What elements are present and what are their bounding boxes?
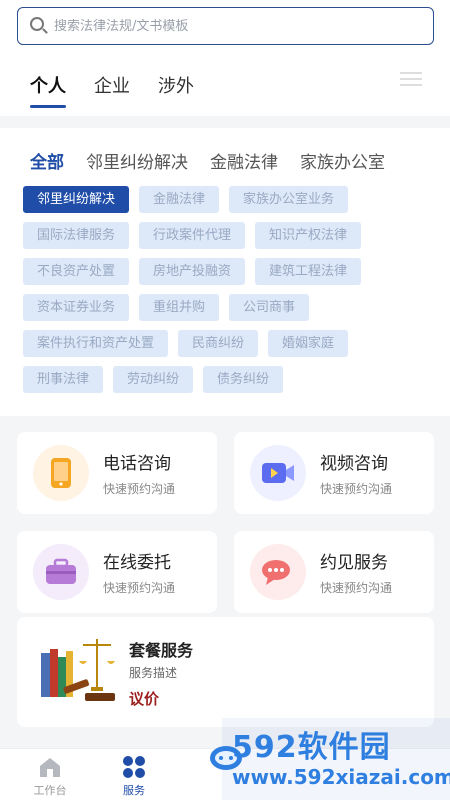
video-consult-card[interactable]: 视频咨询快速预约沟通 xyxy=(234,432,434,514)
chip[interactable]: 家族办公室业务 xyxy=(229,186,349,213)
card-subtitle: 快速预约沟通 xyxy=(320,482,393,496)
search-bar[interactable] xyxy=(17,7,434,45)
nav-label: 工作台 xyxy=(33,784,67,797)
tab-foreign[interactable]: 涉外 xyxy=(158,72,194,98)
chip[interactable]: 婚姻家庭 xyxy=(268,330,349,357)
main-tabs: 个人 企业 涉外 xyxy=(30,72,194,108)
category-tabs: 全部 邻里纠纷解决 金融法律 家族办公室 xyxy=(30,148,385,173)
watermark-brand: 592软件园 xyxy=(232,730,391,765)
chip[interactable]: 公司商事 xyxy=(229,294,310,321)
menu-icon[interactable] xyxy=(400,68,422,90)
package-price: 议价 xyxy=(129,690,160,708)
subtab-family-office[interactable]: 家族办公室 xyxy=(300,148,385,173)
chip[interactable]: 劳动纠纷 xyxy=(113,366,194,393)
category-chips: 邻里纠纷解决 金融法律 家族办公室业务 国际法律服务 行政案件代理 知识产权法律… xyxy=(23,186,443,402)
chip[interactable]: 民商纠纷 xyxy=(178,330,259,357)
package-service-card[interactable]: 套餐服务 服务描述 议价 xyxy=(17,617,434,727)
card-title: 在线委托 xyxy=(103,553,171,573)
chip[interactable]: 刑事法律 xyxy=(23,366,104,393)
law-books-gavel-icon xyxy=(41,639,115,701)
chip[interactable]: 债务纠纷 xyxy=(203,366,284,393)
video-icon xyxy=(250,445,306,501)
subtab-neighbor[interactable]: 邻里纠纷解决 xyxy=(86,148,188,173)
card-title: 电话咨询 xyxy=(103,454,171,474)
home-icon xyxy=(37,755,63,779)
chip[interactable]: 行政案件代理 xyxy=(139,222,246,249)
chat-icon xyxy=(250,544,306,600)
nav-service[interactable]: 服务 xyxy=(104,755,164,798)
package-title: 套餐服务 xyxy=(129,641,194,660)
chip[interactable]: 金融法律 xyxy=(139,186,220,213)
top-header: 个人 企业 涉外 xyxy=(0,0,450,116)
card-subtitle: 快速预约沟通 xyxy=(103,482,176,496)
chip[interactable]: 邻里纠纷解决 xyxy=(23,186,130,213)
chip[interactable]: 房地产投融资 xyxy=(139,258,246,285)
tab-enterprise[interactable]: 企业 xyxy=(94,72,130,98)
nav-workbench[interactable]: 工作台 xyxy=(20,755,80,798)
chip[interactable]: 建筑工程法律 xyxy=(255,258,362,285)
phone-consult-card[interactable]: 电话咨询快速预约沟通 xyxy=(17,432,217,514)
service-cards: 电话咨询 快速预约沟通 视频咨询 快速预约沟通 在线委托 快速预约沟通 约见服务 快速预… xyxy=(17,432,434,613)
briefcase-icon xyxy=(33,544,89,600)
card-subtitle: 快速预约沟通 xyxy=(320,581,393,595)
chip[interactable]: 资本证券业务 xyxy=(23,294,130,321)
tab-personal[interactable]: 个人 xyxy=(30,72,66,108)
chip[interactable]: 案件执行和资产处置 xyxy=(23,330,169,357)
meeting-service-card[interactable]: 约见服务快速预约沟通 xyxy=(234,531,434,613)
subtab-finance[interactable]: 金融法律 xyxy=(210,148,278,173)
package-description: 服务描述 xyxy=(129,666,178,680)
subtab-all[interactable]: 全部 xyxy=(30,148,64,173)
search-input[interactable] xyxy=(54,18,414,34)
phone-icon xyxy=(33,445,89,501)
online-entrust-card[interactable]: 在线委托快速预约沟通 xyxy=(17,531,217,613)
nav-label: 服务 xyxy=(123,784,145,797)
chip[interactable]: 重组并购 xyxy=(139,294,220,321)
service-grid-icon xyxy=(121,755,147,779)
card-title: 约见服务 xyxy=(320,553,388,573)
category-panel: 全部 邻里纠纷解决 金融法律 家族办公室 邻里纠纷解决 金融法律 家族办公室业务… xyxy=(0,128,450,416)
chip[interactable]: 国际法律服务 xyxy=(23,222,130,249)
watermark-url: www.592xiazai.com xyxy=(232,765,450,789)
search-icon xyxy=(28,15,50,37)
chip[interactable]: 不良资产处置 xyxy=(23,258,130,285)
card-title: 视频咨询 xyxy=(320,454,388,474)
chip[interactable]: 知识产权法律 xyxy=(255,222,362,249)
card-subtitle: 快速预约沟通 xyxy=(103,581,176,595)
